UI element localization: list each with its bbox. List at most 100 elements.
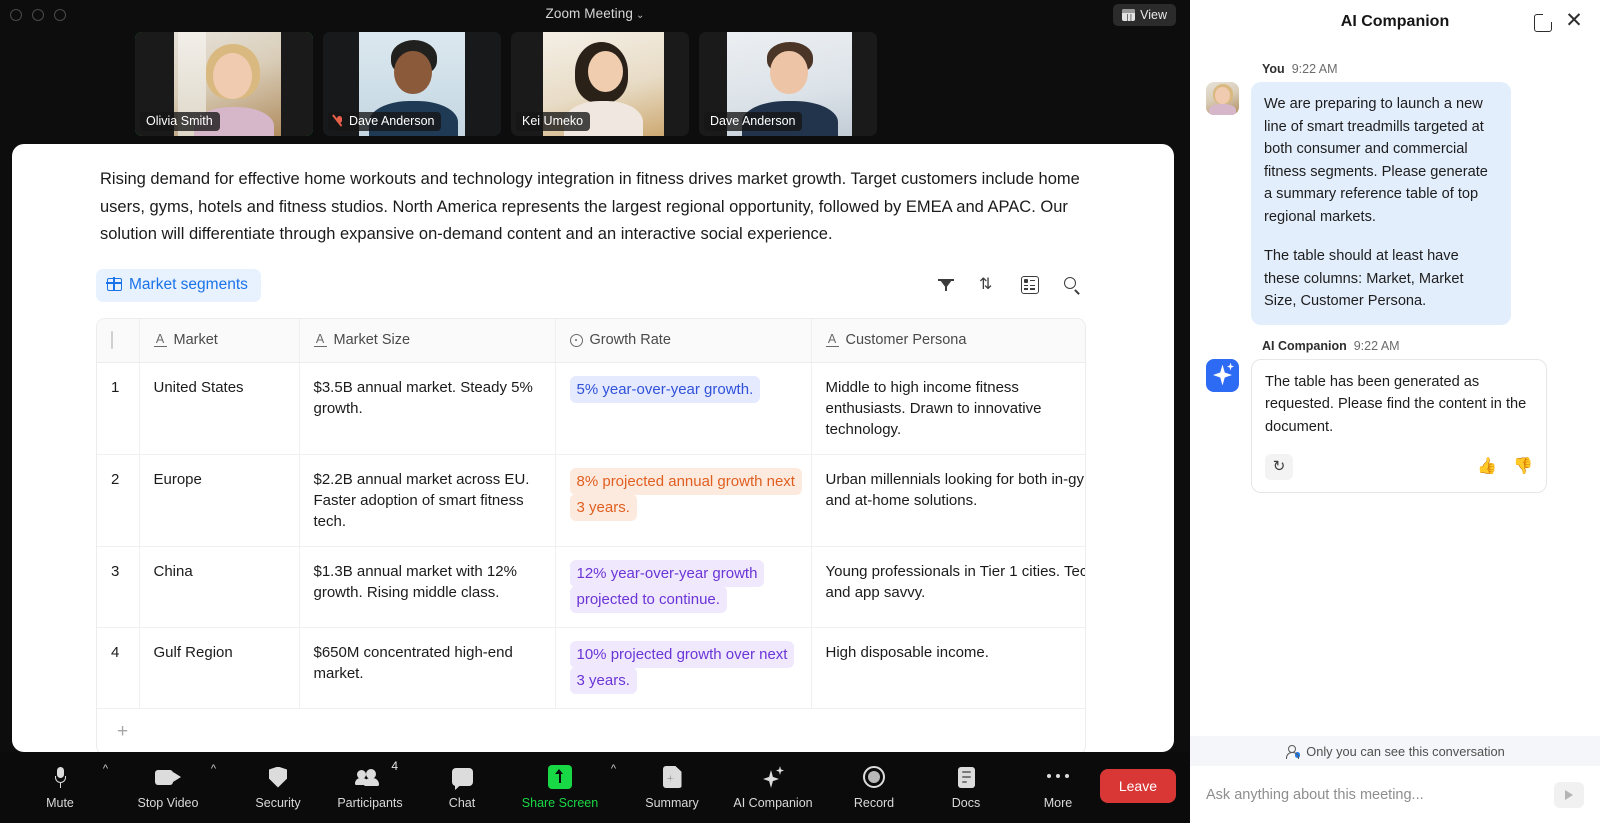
meeting-window: Zoom Meeting ⌄ View Olivia Smith Dave An…	[0, 0, 1190, 823]
privacy-notice: Only you can see this conversation	[1190, 736, 1600, 766]
toolbar-participants-button[interactable]: 4 Participants	[324, 757, 416, 819]
message-time: 9:22 AM	[1353, 338, 1400, 353]
toolbar-ai-companion-button[interactable]: AI Companion	[718, 757, 828, 819]
table-row[interactable]: 1 United States $3.5B annual market. Ste…	[97, 362, 1085, 455]
ai-panel-header: AI Companion ↗ ✕	[1190, 0, 1600, 48]
table-row[interactable]: 2 Europe $2.2B annual market across EU. …	[97, 454, 1085, 547]
cell-market[interactable]: Gulf Region	[139, 627, 300, 709]
cell-growth-rate[interactable]: 12% year-over-year growth projected to c…	[555, 546, 812, 628]
select-all-header[interactable]	[97, 318, 140, 363]
share-screen-icon	[548, 765, 572, 789]
cell-market-size[interactable]: $3.5B annual market. Steady 5% growth.	[299, 362, 556, 455]
table-header-row: A Market A Market Size Growth Rate A Cus…	[97, 318, 1085, 363]
toolbar-more-button[interactable]: More	[1012, 757, 1104, 819]
cell-market-size[interactable]: $2.2B annual market across EU. Faster ad…	[299, 454, 556, 547]
close-icon[interactable]: ✕	[1564, 10, 1584, 31]
cell-market[interactable]: China	[139, 546, 300, 628]
table-row[interactable]: 3 China $1.3B annual market with 12% gro…	[97, 546, 1085, 628]
message-author: AI Companion	[1262, 338, 1347, 353]
docs-icon	[957, 765, 975, 789]
growth-chip: 10% projected growth over next 3 years.	[569, 640, 795, 694]
ai-prompt-input[interactable]: Ask anything about this meeting...	[1206, 787, 1554, 803]
text-type-icon: A	[153, 333, 167, 347]
microphone-muted-icon	[334, 115, 345, 128]
video-tile-dave-anderson-2[interactable]: Dave Anderson	[699, 32, 877, 136]
message-author: You	[1262, 62, 1285, 76]
text-type-icon: A	[825, 333, 839, 347]
column-header-market[interactable]: A Market	[139, 318, 300, 363]
toolbar-stop-video-button[interactable]: Stop Video ^	[122, 757, 216, 819]
video-tile-olivia-smith[interactable]: Olivia Smith	[135, 32, 313, 136]
video-tile-kei-umeko[interactable]: Kei Umeko	[511, 32, 689, 136]
cell-customer-persona[interactable]: Middle to high income fitness enthusiast…	[811, 362, 1085, 455]
send-icon[interactable]	[1554, 781, 1584, 808]
participant-name-badge: Olivia Smith	[140, 112, 220, 131]
column-label: Market Size	[333, 332, 411, 348]
filter-icon[interactable]	[937, 276, 955, 294]
thumbs-up-icon[interactable]: 👍	[1477, 456, 1497, 479]
cell-market[interactable]: United States	[139, 362, 300, 455]
cell-customer-persona[interactable]: High disposable income.	[811, 627, 1085, 709]
shield-icon	[269, 765, 287, 789]
cell-market[interactable]: Europe	[139, 454, 300, 547]
cell-market-size[interactable]: $1.3B annual market with 12% growth. Ris…	[299, 546, 556, 628]
zoom-app-window: Zoom Meeting ⌄ View Olivia Smith Dave An…	[0, 0, 1600, 823]
toolbar-label: Chat	[448, 796, 476, 810]
column-header-market-size[interactable]: A Market Size	[299, 318, 556, 363]
text-type-icon: A	[313, 333, 327, 347]
row-number: 1	[97, 362, 140, 455]
window-title[interactable]: Zoom Meeting ⌄	[0, 6, 1190, 21]
video-tile-dave-anderson-1[interactable]: Dave Anderson	[323, 32, 501, 136]
camera-icon	[155, 765, 181, 789]
form-view-icon[interactable]	[1021, 276, 1039, 294]
cell-customer-persona[interactable]: Young professionals in Tier 1 cities. Te…	[811, 546, 1085, 628]
table-row[interactable]: 4 Gulf Region $650M concentrated high-en…	[97, 627, 1085, 709]
toolbar-label: Mute	[46, 796, 74, 810]
column-header-customer-persona[interactable]: A Customer Persona	[811, 318, 1085, 363]
ellipsis-icon	[1047, 765, 1069, 789]
summary-doc-icon	[662, 765, 682, 789]
add-row-button[interactable]: +	[97, 709, 1085, 753]
thumbs-down-icon[interactable]: 👎	[1513, 456, 1533, 479]
search-icon[interactable]	[1063, 276, 1081, 294]
row-number: 4	[97, 627, 140, 709]
video-thumbnail-strip: Olivia Smith Dave Anderson Kei Umeko Dav…	[135, 32, 877, 136]
toolbar-summary-button[interactable]: Summary	[626, 757, 718, 819]
cell-customer-persona[interactable]: Urban millennials looking for both in-gy…	[811, 454, 1085, 547]
toolbar-label: Summary	[645, 796, 699, 810]
refresh-icon[interactable]: ↻	[1265, 454, 1293, 480]
plus-icon: +	[117, 720, 129, 742]
toolbar-security-button[interactable]: Security	[232, 757, 324, 819]
view-button[interactable]: View	[1113, 4, 1176, 26]
message-time: 9:22 AM	[1291, 62, 1338, 76]
chevron-up-icon[interactable]: ^	[103, 763, 108, 775]
sort-icon[interactable]: ⇅	[979, 276, 997, 294]
open-in-new-icon[interactable]: ↗	[1534, 7, 1556, 32]
select-all-checkbox[interactable]	[111, 331, 113, 349]
leave-meeting-button[interactable]: Leave	[1099, 769, 1176, 803]
toolbar-record-button[interactable]: Record	[828, 757, 920, 819]
cell-growth-rate[interactable]: 10% projected growth over next 3 years.	[555, 627, 812, 709]
chevron-up-icon[interactable]: ^	[611, 763, 616, 775]
toolbar-docs-button[interactable]: Docs	[920, 757, 1012, 819]
shared-document[interactable]: Rising demand for effective home workout…	[12, 144, 1174, 752]
cell-market-size[interactable]: $650M concentrated high-end market.	[299, 627, 556, 709]
window-titlebar: Zoom Meeting ⌄ View	[0, 0, 1190, 30]
cell-growth-rate[interactable]: 5% year-over-year growth.	[555, 362, 812, 455]
toolbar-label: AI Companion	[733, 796, 813, 810]
cell-growth-rate[interactable]: 8% projected annual growth next 3 years.	[555, 454, 812, 547]
column-header-growth-rate[interactable]: Growth Rate	[555, 318, 812, 363]
tab-label: Market segments	[129, 275, 248, 293]
sparkle-icon	[761, 765, 785, 789]
message-meta: AI Companion 9:22 AM	[1262, 339, 1584, 353]
message-ai: AI Companion 9:22 AM The table has been g…	[1206, 339, 1584, 493]
tab-market-segments[interactable]: Market segments	[96, 268, 261, 302]
meeting-toolbar: Mute ^ Stop Video ^ Security 4 Participa	[0, 752, 1190, 823]
window-title-text: Zoom Meeting	[545, 6, 633, 21]
participant-name: Olivia Smith	[146, 114, 213, 128]
toolbar-label: Record	[853, 796, 895, 810]
chevron-up-icon[interactable]: ^	[211, 763, 216, 775]
toolbar-chat-button[interactable]: Chat	[416, 757, 508, 819]
toolbar-share-screen-button[interactable]: Share Screen ^	[508, 757, 616, 819]
toolbar-mute-button[interactable]: Mute ^	[14, 757, 108, 819]
